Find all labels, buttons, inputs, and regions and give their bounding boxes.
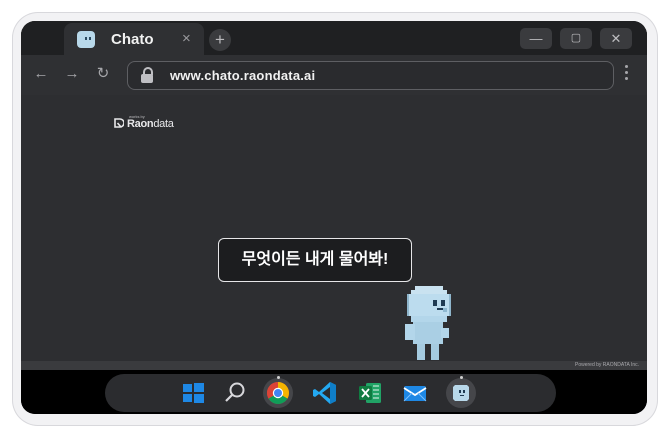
taskbar (21, 370, 647, 414)
page-content: works by Raondata 무엇이든 내게 물어봐! (21, 95, 647, 361)
excel-icon[interactable] (355, 378, 385, 408)
page-footer: Powered by RAONDATA Inc. (21, 361, 647, 370)
close-window-button[interactable]: ✕ (600, 28, 632, 49)
browser-toolbar: ← → ↻ www.chato.raondata.ai (21, 55, 647, 95)
taskbar-dock (105, 374, 556, 412)
tab-title: Chato (111, 31, 154, 48)
url-text[interactable]: www.chato.raondata.ai (170, 68, 315, 83)
logo-name: Raondata (127, 118, 174, 130)
speech-bubble[interactable]: 무엇이든 내게 물어봐! (218, 238, 412, 282)
chato-favicon-icon (77, 31, 95, 48)
reload-button[interactable]: ↻ (93, 64, 113, 84)
chato-mascot-icon[interactable] (403, 284, 467, 362)
tab-bar: Chato × + — ▢ ✕ (21, 21, 647, 55)
screen: Chato × + — ▢ ✕ ← → ↻ www.chato.raondata… (21, 21, 647, 414)
raondata-mark-icon (114, 118, 124, 128)
mail-icon[interactable] (400, 378, 430, 408)
windows-start-icon[interactable] (178, 378, 208, 408)
address-bar[interactable]: www.chato.raondata.ai (127, 61, 614, 90)
chrome-icon[interactable] (263, 376, 293, 408)
tab-chato[interactable]: Chato × (64, 23, 204, 55)
vscode-icon[interactable] (310, 378, 340, 408)
back-button[interactable]: ← (31, 64, 51, 84)
search-icon[interactable] (220, 378, 250, 408)
minimize-button[interactable]: — (520, 28, 552, 49)
maximize-button[interactable]: ▢ (560, 28, 592, 49)
new-tab-button[interactable]: + (209, 29, 231, 51)
chato-icon[interactable] (446, 376, 476, 408)
powered-by-text: Powered by RAONDATA Inc. (574, 362, 639, 368)
forward-button[interactable]: → (62, 64, 82, 84)
tab-close-icon[interactable]: × (182, 30, 191, 47)
lock-icon (140, 67, 154, 83)
menu-kebab-icon[interactable] (625, 65, 629, 83)
